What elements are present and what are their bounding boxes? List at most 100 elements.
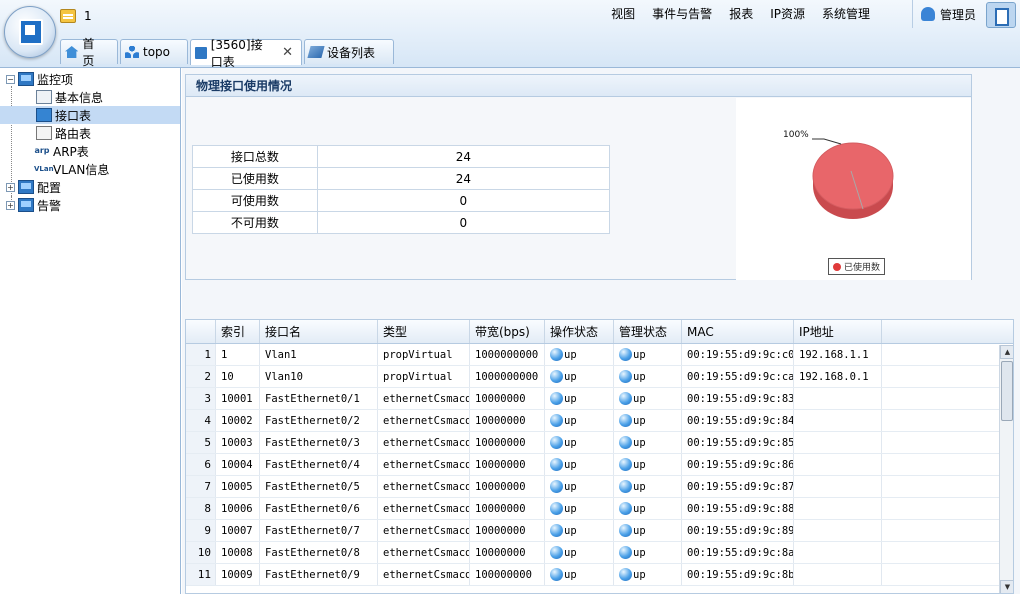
- table-row[interactable]: 7 10005 FastEthernet0/5 ethernetCsmacd 10000…: [186, 476, 1013, 498]
- cell-mac: 00:19:55:d9:9c:8a: [682, 542, 794, 563]
- notification-area[interactable]: 1: [60, 5, 92, 27]
- main-content: 物理接口使用情况 接口总数 24 已使用数 24 可使用数 0 不可用数 0 100% …: [182, 68, 1020, 594]
- menu-ip-resources[interactable]: IP资源: [770, 5, 805, 22]
- tab-bar: 首 页 topo [3560]接口表 ✕ 设备列表: [60, 37, 394, 69]
- tree-node-basic-info[interactable]: 基本信息: [36, 88, 103, 106]
- column-header-ip-address[interactable]: IP地址: [794, 320, 882, 343]
- legend-swatch: [833, 262, 841, 271]
- cell-admin-status: up: [614, 410, 682, 431]
- port-icon: [36, 108, 52, 122]
- cell-interface-name: Vlan1: [260, 344, 378, 365]
- cell-type: ethernetCsmacd: [378, 388, 470, 409]
- tree-node-arp-table[interactable]: arp ARP表: [34, 142, 89, 160]
- table-row[interactable]: 4 10002 FastEthernet0/2 ethernetCsmacd 10000…: [186, 410, 1013, 432]
- table-row[interactable]: 10 10008 FastEthernet0/8 ethernetCsmacd 1000…: [186, 542, 1013, 564]
- tree-node-config[interactable]: + 配置: [6, 178, 61, 196]
- tab-interface-table[interactable]: [3560]接口表 ✕: [190, 38, 302, 69]
- column-header-bandwidth[interactable]: 带宽(bps): [470, 320, 545, 343]
- cell-bandwidth: 1000000000: [470, 366, 545, 387]
- column-header-admin-status[interactable]: 管理状态: [614, 320, 682, 343]
- scroll-down-icon[interactable]: ▼: [1000, 580, 1013, 593]
- tree-node-interface-table[interactable]: 接口表: [0, 106, 180, 124]
- cell-mac: 00:19:55:d9:9c:ca: [682, 366, 794, 387]
- column-header-oper-status[interactable]: 操作状态: [545, 320, 614, 343]
- tree-node-alarm[interactable]: + 告警: [6, 196, 61, 214]
- cell-mac: 00:19:55:d9:9c:83: [682, 388, 794, 409]
- cell-index: 10009: [216, 564, 260, 585]
- vertical-scrollbar[interactable]: ▲ ▼: [999, 345, 1013, 593]
- column-header-interface-name[interactable]: 接口名: [260, 320, 378, 343]
- expand-icon[interactable]: +: [6, 200, 15, 210]
- cell-bandwidth: 10000000: [470, 542, 545, 563]
- cell-row-number: 5: [186, 432, 216, 453]
- tab-home[interactable]: 首 页: [60, 37, 118, 68]
- menu-reports[interactable]: 报表: [729, 5, 753, 22]
- tab-device-list[interactable]: 设备列表: [304, 39, 394, 64]
- cell-interface-name: FastEthernet0/8: [260, 542, 378, 563]
- scroll-thumb[interactable]: [1001, 361, 1013, 421]
- interface-grid: 索引 接口名 类型 带宽(bps) 操作状态 管理状态 MAC IP地址 1 1 Vlan1 pro…: [185, 319, 1014, 594]
- table-row[interactable]: 11 10009 FastEthernet0/9 ethernetCsmacd 1000…: [186, 564, 1013, 586]
- tab-label: [3560]接口表: [210, 37, 263, 69]
- cell-ip-address: [794, 542, 882, 563]
- app-logo[interactable]: [4, 6, 56, 58]
- status-up-icon: [550, 568, 563, 581]
- cell-ip-address: [794, 520, 882, 541]
- status-text: up: [564, 414, 577, 427]
- scroll-up-icon[interactable]: ▲: [1000, 345, 1013, 359]
- menu-events-alarms[interactable]: 事件与告警: [652, 5, 712, 22]
- cell-interface-name: FastEthernet0/3: [260, 432, 378, 453]
- panel-title: 物理接口使用情况: [186, 75, 971, 97]
- status-text: up: [564, 568, 577, 581]
- table-row[interactable]: 9 10007 FastEthernet0/7 ethernetCsmacd 10000…: [186, 520, 1013, 542]
- column-header-index[interactable]: 索引: [216, 320, 260, 343]
- table-row[interactable]: 5 10003 FastEthernet0/3 ethernetCsmacd 10000…: [186, 432, 1013, 454]
- table-row[interactable]: 1 1 Vlan1 propVirtual 1000000000 up up 00:19:55…: [186, 344, 1013, 366]
- tab-topo[interactable]: topo: [120, 39, 188, 64]
- stats-row: 不可用数 0: [192, 211, 611, 234]
- status-text: up: [633, 524, 646, 537]
- cell-oper-status: up: [545, 542, 614, 563]
- cell-index: 10: [216, 366, 260, 387]
- menu-system-management[interactable]: 系统管理: [822, 5, 870, 22]
- cell-mac: 00:19:55:d9:9c:85: [682, 432, 794, 453]
- table-row[interactable]: 8 10006 FastEthernet0/6 ethernetCsmacd 10000…: [186, 498, 1013, 520]
- column-header-mac[interactable]: MAC: [682, 320, 794, 343]
- table-row[interactable]: 3 10001 FastEthernet0/1 ethernetCsmacd 10000…: [186, 388, 1013, 410]
- tree-node-monitor[interactable]: − 监控项: [6, 70, 73, 88]
- home-icon: [65, 46, 79, 58]
- config-icon: [18, 180, 34, 194]
- user-menu[interactable]: 管理员: [912, 0, 984, 28]
- status-text: up: [564, 502, 577, 515]
- tree-node-vlan-info[interactable]: VLan VLAN信息: [34, 160, 109, 178]
- user-icon: [921, 7, 935, 21]
- cell-type: ethernetCsmacd: [378, 476, 470, 497]
- tree-label: 基本信息: [55, 90, 104, 105]
- pie-label-leader: [812, 138, 842, 145]
- status-up-icon: [619, 414, 632, 427]
- menu-view[interactable]: 视图: [611, 5, 635, 22]
- status-up-icon: [550, 370, 563, 383]
- cell-type: ethernetCsmacd: [378, 432, 470, 453]
- cell-oper-status: up: [545, 498, 614, 519]
- table-row[interactable]: 2 10 Vlan10 propVirtual 1000000000 up up 00:19:…: [186, 366, 1013, 388]
- layout-toggle-button[interactable]: [986, 2, 1016, 28]
- table-row[interactable]: 6 10004 FastEthernet0/4 ethernetCsmacd 10000…: [186, 454, 1013, 476]
- notification-icon[interactable]: [60, 9, 76, 23]
- cell-oper-status: up: [545, 344, 614, 365]
- usage-stats-table: 接口总数 24 已使用数 24 可使用数 0 不可用数 0: [192, 145, 611, 234]
- column-header-row-number[interactable]: [186, 320, 216, 343]
- close-icon[interactable]: ✕: [282, 45, 293, 60]
- collapse-icon[interactable]: −: [6, 74, 15, 84]
- cell-admin-status: up: [614, 476, 682, 497]
- stats-row: 已使用数 24: [192, 167, 611, 190]
- tree-node-route-table[interactable]: 路由表: [36, 124, 91, 142]
- status-text: up: [633, 458, 646, 471]
- chart-legend[interactable]: 已使用数: [828, 258, 886, 275]
- status-up-icon: [619, 480, 632, 493]
- expand-icon[interactable]: +: [6, 182, 15, 192]
- pie-chart-svg: [812, 138, 894, 219]
- column-header-type[interactable]: 类型: [378, 320, 470, 343]
- status-text: up: [564, 370, 577, 383]
- cell-bandwidth: 10000000: [470, 520, 545, 541]
